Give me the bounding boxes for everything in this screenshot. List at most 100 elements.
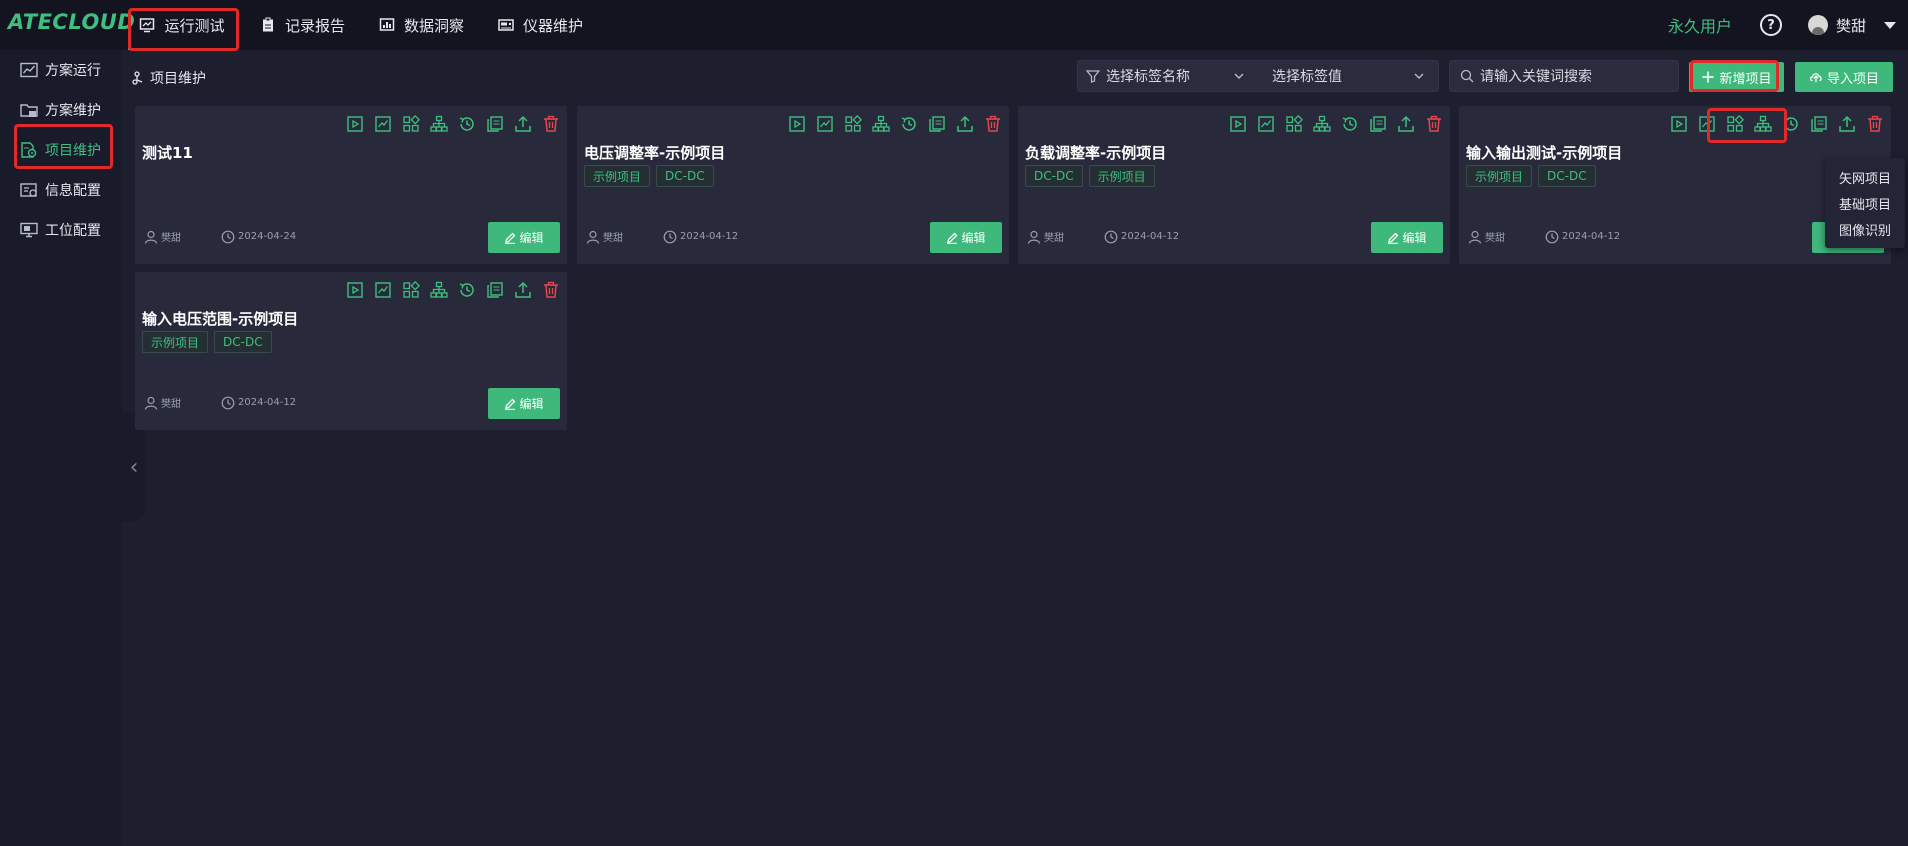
history-icon[interactable]	[458, 281, 476, 299]
search-input[interactable]	[1480, 68, 1678, 84]
grid-apps-icon[interactable]	[1726, 115, 1744, 133]
copy-icon[interactable]	[486, 281, 504, 299]
user-icon	[1027, 230, 1041, 244]
workstation-icon	[20, 222, 38, 238]
tag-name-placeholder: 选择标签名称	[1106, 69, 1190, 85]
hierarchy-icon[interactable]	[1754, 115, 1772, 133]
edit-button[interactable]: 编辑	[930, 222, 1002, 253]
card-title: 输入输出测试-示例项目	[1466, 144, 1623, 162]
tag: 示例项目	[142, 331, 209, 353]
project-card[interactable]: 电压调整率-示例项目 示例项目 DC-DC 樊甜 2024-04-12 编辑	[577, 106, 1009, 264]
grid-apps-icon[interactable]	[402, 281, 420, 299]
edit-button[interactable]: 编辑	[1371, 222, 1443, 253]
topnav-data-insight[interactable]: 数据洞察	[369, 0, 474, 50]
topnav-run-test[interactable]: 运行测试	[128, 0, 236, 50]
trash-icon[interactable]	[984, 115, 1002, 133]
tag-value-select[interactable]: 选择标签值	[1258, 61, 1438, 91]
edit-label: 编辑	[961, 231, 986, 245]
history-icon[interactable]	[458, 115, 476, 133]
sidebar: 方案运行 方案维护 项目维护 信息配置 工位配置	[0, 50, 122, 846]
menu-item-vna-project[interactable]: 矢网项目	[1825, 164, 1905, 190]
play-window-icon[interactable]	[346, 281, 364, 299]
sidebar-item-plan-maint[interactable]: 方案维护	[0, 90, 122, 130]
clock-icon	[221, 396, 235, 410]
hierarchy-icon[interactable]	[1313, 115, 1331, 133]
tag-filter: 选择标签名称 选择标签值	[1077, 60, 1439, 92]
upload-icon[interactable]	[514, 281, 532, 299]
line-chart-icon[interactable]	[374, 281, 392, 299]
hierarchy-icon[interactable]	[872, 115, 890, 133]
trash-icon[interactable]	[542, 281, 560, 299]
clock-icon	[221, 230, 235, 244]
grid-apps-icon[interactable]	[1285, 115, 1303, 133]
main-content: 项目维护 选择标签名称 选择标签值 新增项目	[122, 50, 1908, 846]
topnav-label: 数据洞察	[404, 16, 465, 35]
project-card[interactable]: 测试11 樊甜 2024-04-24 编辑	[135, 106, 567, 264]
upload-icon[interactable]	[1397, 115, 1415, 133]
tag-list: 示例项目 DC-DC	[1466, 165, 1602, 187]
topnav-instrument[interactable]: 仪器维护	[488, 0, 593, 50]
copy-icon[interactable]	[1369, 115, 1387, 133]
sidebar-item-project-maint[interactable]: 项目维护	[0, 130, 122, 170]
play-window-icon[interactable]	[1670, 115, 1688, 133]
hierarchy-icon[interactable]	[430, 281, 448, 299]
user-icon	[144, 396, 158, 410]
sidebar-item-plan-run[interactable]: 方案运行	[0, 50, 122, 90]
line-chart-icon[interactable]	[1698, 115, 1716, 133]
copy-icon[interactable]	[486, 115, 504, 133]
menu-item-image-recognition[interactable]: 图像识别	[1825, 216, 1905, 242]
line-chart-icon[interactable]	[1257, 115, 1275, 133]
copy-icon[interactable]	[928, 115, 946, 133]
grid-apps-icon[interactable]	[844, 115, 862, 133]
search-field	[1449, 60, 1679, 92]
avatar[interactable]	[1807, 15, 1828, 35]
import-project-button[interactable]: 导入项目	[1795, 62, 1893, 92]
pencil-icon	[946, 232, 958, 244]
card-actions	[778, 115, 1002, 133]
project-card[interactable]: 输入电压范围-示例项目 示例项目 DC-DC 樊甜 2024-04-12 编辑	[135, 272, 567, 430]
tag: DC-DC	[214, 331, 272, 353]
new-project-button[interactable]: 新增项目	[1689, 62, 1784, 92]
document-gear-icon	[20, 142, 38, 158]
chevron-down-icon[interactable]	[1884, 21, 1896, 29]
tag-value-placeholder: 选择标签值	[1271, 69, 1342, 85]
trash-icon[interactable]	[1866, 115, 1884, 133]
card-actions	[336, 281, 560, 299]
card-date: 2024-04-12	[238, 397, 297, 408]
upload-icon[interactable]	[514, 115, 532, 133]
help-icon[interactable]: ?	[1759, 14, 1782, 36]
trash-icon[interactable]	[1425, 115, 1443, 133]
upload-icon[interactable]	[956, 115, 974, 133]
menu-item-basic-project[interactable]: 基础项目	[1825, 190, 1905, 216]
grid-apps-icon[interactable]	[402, 115, 420, 133]
username[interactable]: 樊甜	[1836, 15, 1866, 36]
copy-icon[interactable]	[1810, 115, 1828, 133]
history-icon[interactable]	[1341, 115, 1359, 133]
pencil-icon	[1387, 232, 1399, 244]
tag-name-select[interactable]: 选择标签名称	[1078, 61, 1258, 91]
line-chart-icon[interactable]	[374, 115, 392, 133]
topnav-record-report[interactable]: 记录报告	[250, 0, 355, 50]
project-node-icon	[132, 71, 146, 85]
play-window-icon[interactable]	[1229, 115, 1247, 133]
user-icon	[1468, 230, 1482, 244]
line-chart-icon[interactable]	[816, 115, 834, 133]
hierarchy-icon[interactable]	[430, 115, 448, 133]
clock-icon	[663, 230, 677, 244]
history-icon[interactable]	[1782, 115, 1800, 133]
top-nav: 运行测试 记录报告 数据洞察 仪器维护	[128, 0, 593, 50]
folder-icon	[20, 102, 38, 118]
sidebar-item-station-config[interactable]: 工位配置	[0, 210, 122, 250]
edit-button[interactable]: 编辑	[488, 222, 560, 253]
top-bar: ATECLOUD 运行测试 记录报告 数据洞察 仪器维护 永久用户 ? 樊甜	[0, 0, 1908, 50]
edit-button[interactable]: 编辑	[488, 388, 560, 419]
sidebar-item-info-config[interactable]: 信息配置	[0, 170, 122, 210]
play-window-icon[interactable]	[788, 115, 806, 133]
play-window-icon[interactable]	[346, 115, 364, 133]
trash-icon[interactable]	[542, 115, 560, 133]
project-card[interactable]: 负载调整率-示例项目 DC-DC 示例项目 樊甜 2024-04-12 编辑	[1018, 106, 1450, 264]
id-card-icon	[20, 182, 38, 198]
upload-icon[interactable]	[1838, 115, 1856, 133]
history-icon[interactable]	[900, 115, 918, 133]
tag-list: 示例项目 DC-DC	[142, 331, 278, 353]
